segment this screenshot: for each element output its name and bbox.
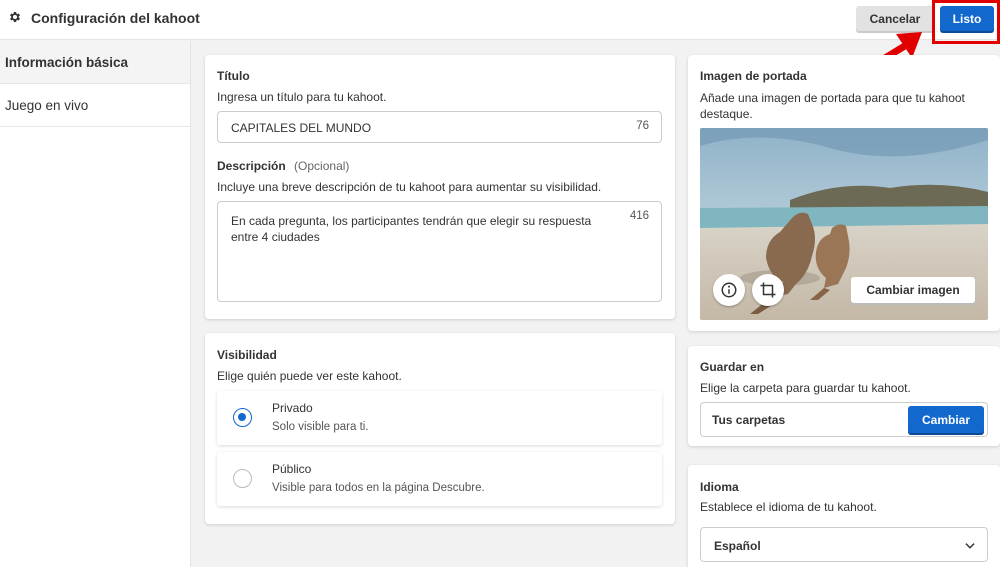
language-card: Idioma Establece el idioma de tu kahoot.…: [688, 465, 1000, 567]
option-title: Privado: [272, 401, 313, 415]
save-in-label: Guardar en: [700, 360, 765, 374]
description-char-counter: 416: [629, 210, 649, 222]
title-char-counter: 76: [636, 120, 649, 132]
crop-icon: [760, 282, 776, 298]
visibility-option-private[interactable]: Privado Solo visible para ti.: [217, 391, 662, 445]
visibility-option-public[interactable]: Público Visible para todos en la página …: [217, 452, 662, 506]
basic-info-card: Título Ingresa un título para tu kahoot.…: [205, 55, 675, 319]
highlight-box: [932, 0, 1000, 44]
crop-button[interactable]: [752, 274, 784, 306]
cover-image: Cambiar imagen: [700, 128, 988, 320]
visibility-card: Visibilidad Elige quién puede ver este k…: [205, 333, 675, 524]
language-hint: Establece el idioma de tu kahoot.: [700, 500, 877, 514]
optional-tag: (Opcional): [294, 159, 350, 173]
cover-hint: Añade una imagen de portada para que tu …: [700, 91, 965, 121]
language-value: Español: [714, 539, 761, 553]
info-icon: [721, 282, 737, 298]
top-bar: Configuración del kahoot Cancelar Listo: [0, 0, 1000, 40]
save-in-hint: Elige la carpeta para guardar tu kahoot.: [700, 381, 911, 395]
description-text: En cada pregunta, los participantes tend…: [231, 214, 592, 244]
title-input-value: CAPITALES DEL MUNDO: [231, 121, 372, 135]
title-hint: Ingresa un título para tu kahoot.: [217, 90, 387, 104]
change-image-button[interactable]: Cambiar imagen: [851, 277, 975, 303]
save-in-card: Guardar en Elige la carpeta para guardar…: [688, 346, 1000, 446]
description-textarea[interactable]: En cada pregunta, los participantes tend…: [217, 201, 662, 302]
title-input[interactable]: CAPITALES DEL MUNDO 76: [217, 111, 662, 143]
description-hint: Incluye una breve descripción de tu kaho…: [217, 180, 602, 194]
sidebar: Información básica Juego en vivo: [0, 41, 191, 567]
language-select[interactable]: Español: [700, 527, 988, 562]
radio-public[interactable]: [233, 469, 252, 488]
sidebar-item-basic-info[interactable]: Información básica: [0, 41, 190, 84]
description-label: Descripción (Opcional): [217, 159, 350, 173]
folder-name: Tus carpetas: [712, 413, 786, 427]
option-title: Público: [272, 462, 312, 476]
page-title: Configuración del kahoot: [31, 10, 200, 26]
visibility-hint: Elige quién puede ver este kahoot.: [217, 369, 402, 383]
cover-label: Imagen de portada: [700, 69, 807, 83]
option-desc: Solo visible para ti.: [272, 421, 369, 433]
change-folder-button[interactable]: Cambiar: [908, 406, 984, 433]
info-button[interactable]: [713, 274, 745, 306]
radio-private[interactable]: [233, 408, 252, 427]
folder-selector: Tus carpetas Cambiar: [700, 402, 988, 437]
sidebar-item-live-game[interactable]: Juego en vivo: [0, 84, 190, 127]
gear-icon: [10, 11, 20, 23]
title-label: Título: [217, 69, 250, 83]
cover-image-card: Imagen de portada Añade una imagen de po…: [688, 55, 1000, 331]
option-desc: Visible para todos en la página Descubre…: [272, 482, 485, 494]
chevron-down-icon: [965, 543, 975, 549]
language-label: Idioma: [700, 480, 739, 494]
visibility-label: Visibilidad: [217, 348, 277, 362]
